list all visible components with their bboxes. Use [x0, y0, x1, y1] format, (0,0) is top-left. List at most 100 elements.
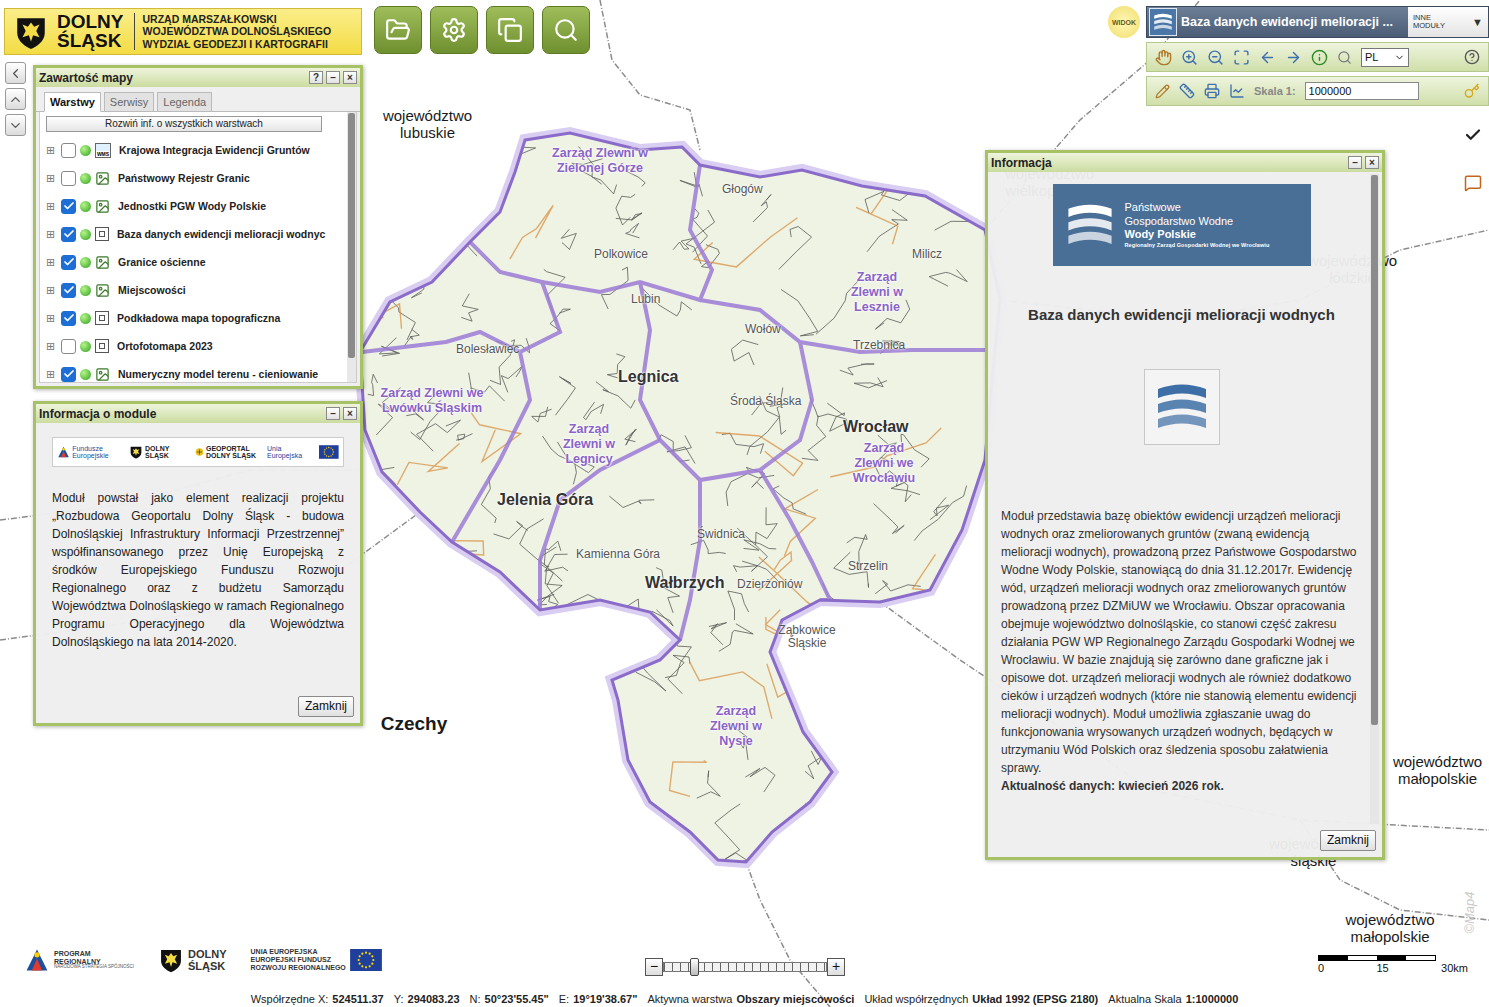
pan-hand-icon[interactable] — [1155, 49, 1172, 66]
window-control-button[interactable]: – — [326, 71, 340, 84]
key-icon[interactable] — [1464, 83, 1480, 99]
expand-toggle[interactable]: ⊞ — [46, 312, 57, 325]
down-button[interactable] — [5, 114, 26, 136]
partner-logo: GEOPORTAL DOLNY ŚLĄSK — [195, 445, 267, 460]
header-logo[interactable]: DOLNYŚLĄSKURZĄD MARSZAŁKOWSKIWOJEWÓDZTWA… — [4, 8, 362, 55]
image-layer-icon — [95, 367, 110, 382]
zoom-track[interactable] — [663, 962, 827, 972]
layer-checkbox[interactable] — [61, 143, 76, 158]
open-button[interactable] — [374, 6, 422, 54]
search-icon[interactable] — [1337, 50, 1352, 65]
zoom-out-button[interactable]: − — [645, 958, 663, 976]
fe-logo-icon — [24, 947, 50, 973]
scale-input[interactable] — [1305, 82, 1419, 100]
layer-row[interactable]: ⊞Podkładowa mapa topograficzna — [46, 304, 344, 332]
window-control-button[interactable]: – — [326, 407, 340, 420]
window-control-button[interactable]: × — [343, 407, 357, 420]
layer-checkbox[interactable] — [61, 367, 76, 382]
module-select[interactable]: Baza danych ewidencji melioracji ...INNE… — [1146, 6, 1489, 38]
window-control-button[interactable]: × — [1365, 156, 1379, 169]
layer-row[interactable]: ⊞Państwowy Rejestr Granic — [46, 164, 344, 192]
expand-toggle[interactable]: ⊞ — [46, 228, 57, 241]
module-waves-icon — [1152, 11, 1174, 33]
layer-row[interactable]: ⊞WMSKrajowa Integracja Ewidencji Gruntów — [46, 136, 344, 164]
expand-toggle[interactable]: ⊞ — [46, 144, 57, 157]
scrollbar[interactable] — [1370, 174, 1379, 824]
map-toolbar: PL — [1146, 42, 1489, 72]
status-dot — [80, 257, 91, 268]
zoom-thumb[interactable] — [690, 958, 699, 976]
image-layer-icon — [95, 171, 110, 186]
catchment-label: Zarząd Zlewni w Lesznie — [838, 270, 916, 315]
zoom-out-icon[interactable] — [1207, 49, 1224, 66]
settings-button[interactable] — [430, 6, 478, 54]
layer-row[interactable]: ⊞Miejscowości — [46, 276, 344, 304]
check-icon[interactable] — [1464, 126, 1482, 144]
layers-panel-header[interactable]: Zawartość mapy?–× — [36, 68, 360, 87]
back-arrow-icon[interactable] — [1259, 49, 1276, 66]
forward-arrow-icon[interactable] — [1285, 49, 1302, 66]
other-modules-button[interactable]: INNEMODUŁY▼ — [1408, 7, 1488, 37]
module-description: Moduł powstał jako element realizacji pr… — [52, 489, 344, 651]
up-button[interactable] — [5, 88, 26, 110]
expand-toggle[interactable]: ⊞ — [46, 368, 57, 381]
tab[interactable]: Warstwy — [44, 92, 101, 112]
zoom-in-button[interactable]: + — [827, 958, 845, 976]
windows-button[interactable] — [486, 6, 534, 54]
module-panel-header[interactable]: Informacja o module–× — [36, 404, 360, 423]
layer-checkbox[interactable] — [61, 311, 76, 326]
zoom-extent-icon[interactable] — [1233, 49, 1250, 66]
info-panel-header[interactable]: Informacja–× — [988, 153, 1382, 172]
window-control-button[interactable]: × — [343, 71, 357, 84]
info-icon[interactable] — [1311, 49, 1328, 66]
close-button[interactable]: Zamknij — [1320, 830, 1376, 851]
expand-toggle[interactable]: ⊞ — [46, 284, 57, 297]
layer-checkbox[interactable] — [61, 199, 76, 214]
expand-all-button[interactable]: Rozwiń inf. o wszystkich warstwach — [46, 116, 322, 132]
language-select[interactable]: PL — [1361, 48, 1409, 67]
layer-row[interactable]: ⊞Numeryczny model terenu - cieniowanie — [46, 360, 344, 382]
status-item: Współrzędne X:524511.37 — [251, 993, 384, 1005]
printer-icon[interactable] — [1204, 83, 1220, 99]
profile-chart-icon[interactable] — [1229, 83, 1245, 99]
logo-strip: Fundusze EuropejskieDOLNY ŚLĄSKGEOPORTAL… — [52, 437, 344, 467]
layer-checkbox[interactable] — [61, 171, 76, 186]
expand-toggle[interactable]: ⊞ — [46, 340, 57, 353]
eagle-icon — [158, 947, 184, 973]
module-info-panel[interactable]: Informacja o module–× Fundusze Europejski… — [33, 401, 363, 726]
window-control-button[interactable]: ? — [309, 71, 323, 84]
ruler-icon[interactable] — [1179, 83, 1195, 99]
expand-toggle[interactable]: ⊞ — [46, 172, 57, 185]
layer-checkbox[interactable] — [61, 283, 76, 298]
layer-checkbox[interactable] — [61, 227, 76, 242]
info-panel[interactable]: Informacja–×PaństwoweGospodarstwo WodneW… — [985, 150, 1385, 860]
layer-row[interactable]: ⊞Baza danych ewidencji melioracji wodnyc — [46, 220, 344, 248]
view-badge[interactable]: WIDOK — [1108, 6, 1140, 38]
footer-logo: DOLNYŚLĄSK — [158, 947, 227, 973]
scrollbar[interactable] — [347, 112, 356, 382]
layer-row[interactable]: ⊞Ortofotomapa 2023 — [46, 332, 344, 360]
place-label: Kamienna Góra — [576, 548, 660, 561]
geoportal-screen: województwo lubuskiewojewództwo wielkopo… — [0, 0, 1489, 1007]
layer-row[interactable]: ⊞Jednostki PGW Wody Polskie — [46, 192, 344, 220]
expand-toggle[interactable]: ⊞ — [46, 200, 57, 213]
layers-panel[interactable]: Zawartość mapy?–× WarstwySerwisyLegenda Ro… — [33, 65, 363, 389]
layer-checkbox[interactable] — [61, 339, 76, 354]
pencil-icon[interactable] — [1155, 84, 1170, 99]
tab[interactable]: Serwisy — [104, 92, 155, 112]
window-control-button[interactable]: – — [1348, 156, 1362, 169]
comment-icon[interactable] — [1464, 174, 1482, 192]
expand-toggle[interactable]: ⊞ — [46, 256, 57, 269]
collapse-button[interactable] — [5, 62, 26, 84]
layer-row[interactable]: ⊞Granice ościenne — [46, 248, 344, 276]
zoom-in-icon[interactable] — [1181, 49, 1198, 66]
help-icon[interactable] — [1464, 49, 1480, 65]
close-button[interactable]: Zamknij — [298, 696, 354, 717]
search-button[interactable] — [542, 6, 590, 54]
pgw-waves-icon — [1063, 198, 1117, 252]
tab[interactable]: Legenda — [157, 92, 212, 112]
zoom-slider[interactable]: −+ — [645, 958, 845, 976]
side-nav — [5, 62, 26, 136]
layer-checkbox[interactable] — [61, 255, 76, 270]
eu-flag-icon — [319, 445, 339, 459]
